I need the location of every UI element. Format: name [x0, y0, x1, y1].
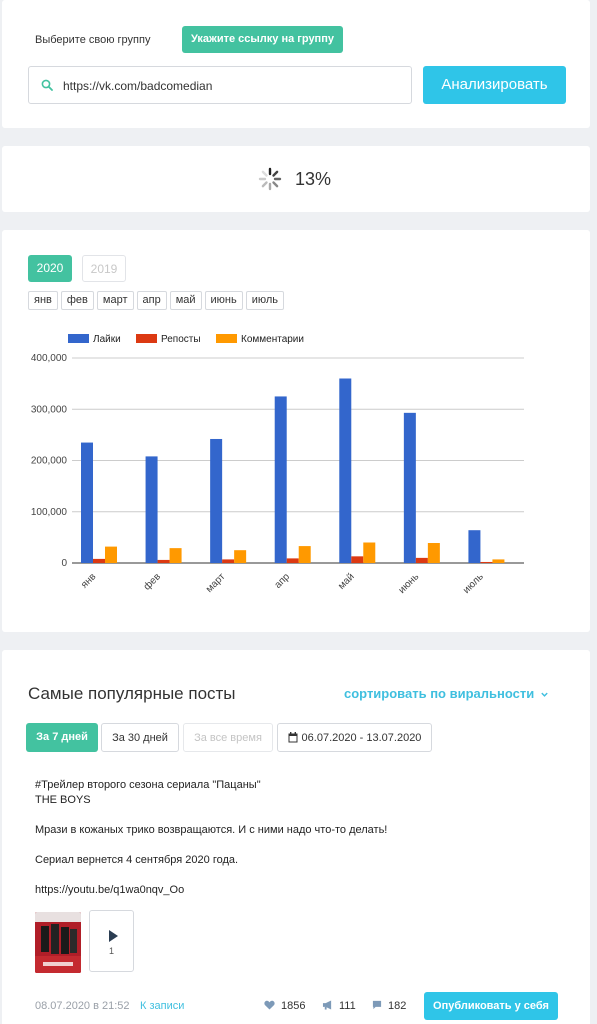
month-jan[interactable]: янв: [28, 291, 58, 310]
bar: [145, 456, 158, 563]
bar: [427, 543, 440, 563]
x-tick-label: фев: [141, 571, 163, 593]
group-selector-card: Выберите свою группу Укажите ссылку на г…: [2, 0, 590, 128]
bar: [274, 396, 287, 563]
post-text: #Трейлер второго сезона сериала "Пацаны"…: [35, 778, 555, 898]
bar: [403, 412, 416, 563]
legend-swatch: [68, 334, 89, 343]
y-tick-label: 400,000: [31, 353, 68, 364]
x-tick-label: апр: [273, 571, 293, 591]
filter-all-time-button[interactable]: За все время: [183, 723, 273, 752]
y-tick-label: 200,000: [31, 456, 68, 467]
date-range-button[interactable]: 06.07.2020 - 13.07.2020: [277, 723, 432, 752]
month-may[interactable]: май: [169, 291, 202, 310]
date-range-label: 06.07.2020 - 13.07.2020: [301, 732, 422, 744]
month-mar[interactable]: март: [96, 291, 134, 310]
x-tick-label: март: [204, 571, 228, 595]
heart-icon: [264, 1000, 275, 1010]
bar: [351, 556, 364, 563]
x-tick-label: май: [336, 571, 357, 592]
likes-stat: 1856: [264, 1000, 305, 1012]
progress-card: 13%: [2, 146, 590, 212]
bar: [363, 542, 376, 563]
video-count: 1: [108, 946, 114, 956]
comments-stat: 182: [372, 1000, 406, 1012]
post-line: #Трейлер второго сезона сериала "Пацаны": [35, 779, 261, 791]
video-attachment[interactable]: 1: [89, 910, 134, 972]
reposts-stat: 111: [322, 1000, 356, 1012]
filter-7-days-button[interactable]: За 7 дней: [26, 723, 98, 752]
chevron-down-icon: [541, 692, 548, 697]
sort-dropdown[interactable]: сортировать по виральности: [344, 686, 549, 701]
bar: [105, 546, 117, 563]
bar: [468, 530, 481, 563]
filter-30-days-button[interactable]: За 30 дней: [101, 723, 179, 752]
popular-posts-title: Самые популярные посты: [28, 684, 236, 703]
post-date: 08.07.2020 в 21:52: [35, 1000, 130, 1012]
bar: [492, 559, 505, 563]
post-link[interactable]: https://youtu.be/q1wa0nqv_Oo: [35, 883, 555, 898]
likes-count: 1856: [281, 1000, 306, 1012]
month-jul[interactable]: июль: [245, 291, 285, 310]
post-line: Мрази в кожаных трико возвращаются. И с …: [35, 824, 388, 836]
post-line: [35, 868, 555, 883]
megaphone-icon: [322, 1000, 332, 1010]
stats-card: 2020 2019 янв фев март апр май июнь июль…: [2, 230, 590, 632]
calendar-icon: [288, 731, 298, 743]
publish-button[interactable]: Опубликовать у себя: [424, 992, 558, 1020]
bar: [415, 557, 428, 563]
bar: [210, 438, 223, 563]
month-jun[interactable]: июнь: [204, 291, 243, 310]
analyze-button[interactable]: Анализировать: [423, 66, 566, 104]
post-line: THE BOYS: [35, 794, 91, 806]
sort-label: сортировать по виральности: [344, 686, 535, 701]
x-tick-label: янв: [79, 571, 98, 590]
y-tick-label: 100,000: [31, 507, 68, 518]
activity-chart: Лайки Репосты Комментарии 0 100,000 200,000 30…: [31, 334, 524, 596]
month-feb[interactable]: фев: [60, 291, 94, 310]
bar: [222, 559, 235, 563]
legend-label: Репосты: [161, 334, 201, 345]
bar: [480, 561, 493, 563]
month-apr[interactable]: апр: [136, 291, 167, 310]
legend-swatch: [136, 334, 157, 343]
x-tick-label: июнь: [397, 571, 422, 596]
legend-label: Комментарии: [241, 334, 304, 345]
comment-icon: [372, 1001, 382, 1010]
search-box[interactable]: [28, 66, 412, 104]
post-line: Сериал вернется 4 сентября 2020 года.: [35, 854, 239, 866]
bar: [339, 378, 352, 563]
bar: [298, 546, 311, 563]
legend-swatch: [216, 334, 237, 343]
reposts-count: 111: [339, 1000, 356, 1012]
year-2019-button[interactable]: 2019: [82, 255, 126, 282]
y-tick-label: 300,000: [31, 404, 68, 415]
y-tick-label: 0: [61, 558, 67, 569]
bar: [234, 550, 247, 563]
bar: [169, 548, 182, 563]
post-image-thumbnail[interactable]: [35, 912, 81, 973]
month-filter: янв фев март апр май июнь июль: [28, 291, 285, 310]
search-icon: [41, 79, 53, 91]
post-line: [35, 808, 555, 823]
to-post-link[interactable]: К записи: [140, 1000, 184, 1012]
progress-percent: 13%: [295, 169, 332, 189]
spinner-icon: [258, 167, 282, 191]
bar: [157, 559, 170, 563]
popular-posts-card: Самые популярные посты сортировать по ви…: [2, 650, 590, 1024]
play-icon: [109, 930, 118, 942]
post-line: [35, 838, 555, 853]
group-url-input[interactable]: [63, 76, 403, 96]
bar: [93, 558, 105, 563]
bar: [81, 442, 93, 563]
year-2020-button[interactable]: 2020: [28, 255, 72, 282]
group-link-button[interactable]: Укажите ссылку на группу: [182, 26, 343, 53]
legend-label: Лайки: [93, 334, 121, 345]
comments-count: 182: [388, 1000, 407, 1012]
x-tick-label: июль: [461, 571, 486, 596]
group-label: Выберите свою группу: [35, 34, 151, 46]
bar: [286, 558, 299, 563]
